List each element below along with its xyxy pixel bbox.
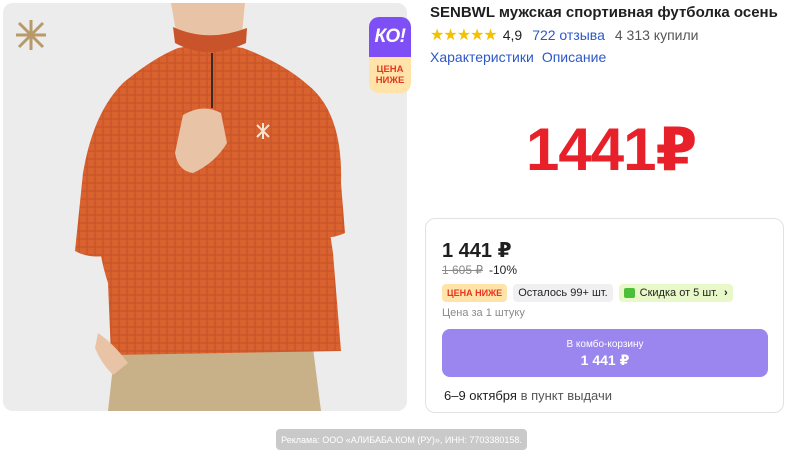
star-icon: ★★★★★ — [430, 27, 498, 44]
price-lower-line1: ЦЕНА — [376, 64, 404, 75]
rating-value: 4,9 — [502, 27, 523, 43]
price-card: 1 441 ₽ 1 605 ₽ -10% ЦЕНА НИЖЕ Осталось … — [425, 218, 784, 413]
bulk-discount-badge[interactable]: Скидка от 5 шт. › — [618, 284, 733, 302]
price-lower-label: ЦЕНА НИЖЕ — [369, 57, 411, 93]
delivery-dates: 6–9 октября — [444, 388, 517, 403]
purchase-count: 4 313 купили — [614, 27, 699, 43]
chevron-right-icon: › — [724, 287, 728, 299]
price-lower-promo-badge: КО! ЦЕНА НИЖЕ — [369, 17, 411, 93]
rating-row: ★★★★★ 4,9 722 отзыва 4 313 купили — [430, 25, 698, 45]
per-unit-note: Цена за 1 штуку — [442, 307, 525, 319]
brand-logo-icon — [16, 20, 46, 50]
current-price: 1 441 ₽ — [442, 240, 512, 262]
description-link[interactable]: Описание — [542, 49, 606, 65]
combo-button-label: В комбо-корзину — [566, 338, 644, 350]
ko-label: КО! — [369, 17, 411, 57]
old-price-row: 1 605 ₽ -10% — [442, 263, 517, 277]
discount-percent: -10% — [489, 263, 518, 277]
bulk-discount-label: Скидка от 5 шт. — [639, 287, 719, 299]
product-nav: Характеристики Описание — [430, 49, 606, 65]
product-image[interactable] — [3, 3, 407, 411]
stock-badge: Осталось 99+ шт. — [513, 284, 613, 302]
badges-row: ЦЕНА НИЖЕ Осталось 99+ шт. Скидка от 5 ш… — [442, 284, 733, 302]
add-to-combo-cart-button[interactable]: В комбо-корзину 1 441 ₽ — [442, 329, 768, 377]
characteristics-link[interactable]: Характеристики — [430, 49, 534, 65]
delivery-info: 6–9 октября в пункт выдачи — [444, 388, 612, 403]
old-price: 1 605 ₽ — [442, 263, 483, 277]
price-lower-badge: ЦЕНА НИЖЕ — [442, 284, 508, 302]
big-price-overlay: 1441₽ — [526, 116, 697, 183]
product-photo-illustration — [3, 3, 407, 411]
combo-button-price: 1 441 ₽ — [580, 351, 630, 368]
delivery-destination: в пункт выдачи — [520, 388, 613, 403]
product-title: SENBWL мужская спортивная футболка осень — [430, 4, 778, 21]
ad-disclosure: Реклама: ООО «АЛИБАБА.КОМ (РУ)», ИНН: 77… — [276, 429, 527, 450]
gift-icon — [623, 288, 635, 298]
price-lower-line2: НИЖЕ — [375, 75, 405, 86]
reviews-link[interactable]: 722 отзыва — [532, 27, 605, 43]
